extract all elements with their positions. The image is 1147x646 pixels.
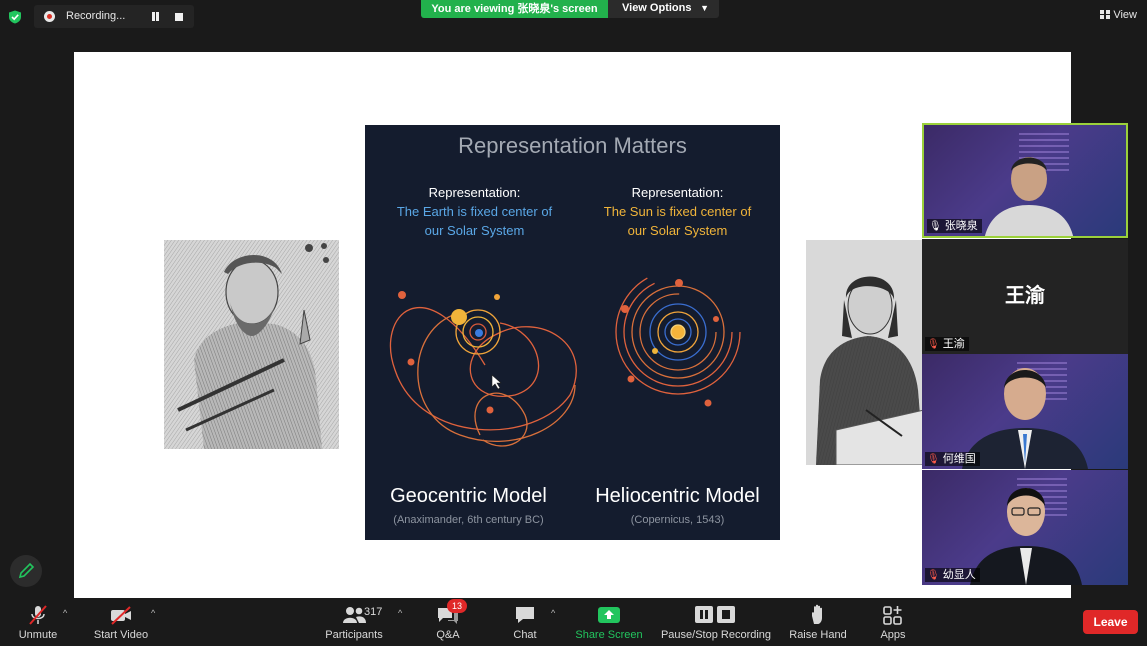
heliocentric-representation-text: Representation: The Sun is fixed center … — [574, 183, 781, 240]
participant-tile-1[interactable]: 🎙 张晓泉 — [922, 123, 1128, 238]
chat-label: Chat — [513, 629, 537, 641]
participant-tile-3[interactable]: 🎙 何维国 — [922, 354, 1128, 469]
qa-button[interactable]: 13 Q&A — [426, 598, 470, 646]
mouse-cursor-icon — [491, 374, 502, 390]
participant-video — [970, 488, 1082, 585]
view-label: View — [1113, 9, 1137, 21]
meeting-toolbar: Unmute ^ Start Video ^ 317 Participants … — [0, 598, 1147, 646]
view-options-label: View Options — [622, 2, 692, 14]
video-options-caret-icon[interactable]: ^ — [151, 608, 155, 618]
start-video-label: Start Video — [93, 629, 149, 641]
viewing-screen-banner: You are viewing 张晓泉's screen — [421, 0, 608, 18]
recording-dot-icon — [44, 11, 55, 22]
copernicus-engraving-image — [806, 240, 924, 465]
view-layout-button[interactable]: View — [1100, 9, 1137, 21]
annotate-pencil-button[interactable] — [10, 555, 42, 587]
geocentric-model-title: Geocentric Model — [390, 485, 547, 507]
participant-tile-2[interactable]: 王渝 🎙 王渝 — [922, 239, 1128, 354]
participant-name: 张晓泉 — [944, 220, 978, 232]
participants-button[interactable]: 317 Participants — [322, 598, 386, 646]
slide-title: Representation Matters — [458, 133, 687, 158]
orbit-diagrams — [390, 275, 741, 447]
recording-label: Recording... — [66, 10, 126, 22]
participant-tile-4[interactable]: 🎙 幼显人 — [922, 470, 1128, 585]
microphone-muted-icon: 🎙 — [927, 570, 940, 581]
microphone-muted-icon — [29, 605, 47, 625]
stop-recording-icon[interactable] — [175, 13, 183, 21]
heliocentric-model-title: Heliocentric Model — [595, 485, 760, 507]
unmute-label: Unmute — [18, 629, 58, 641]
recording-indicator: Recording... — [34, 5, 194, 28]
participants-options-caret-icon[interactable]: ^ — [398, 608, 402, 618]
participant-name-tag: 🎙 张晓泉 — [927, 219, 982, 233]
chat-button[interactable]: Chat — [505, 598, 545, 646]
heliocentric-head-line2: The Sun is fixed center of — [603, 204, 752, 219]
pencil-icon — [18, 562, 35, 579]
heliocentric-head-line1: Representation: — [631, 185, 724, 200]
presentation-slide: Representation Matters Representation: T… — [365, 125, 780, 540]
geocentric-head-line2: The Earth is fixed center of — [396, 204, 553, 219]
qa-label: Q&A — [436, 629, 460, 641]
start-video-button[interactable]: Start Video — [88, 598, 154, 646]
security-shield-icon[interactable] — [8, 10, 22, 24]
share-screen-button[interactable]: Share Screen — [575, 598, 643, 646]
unmute-button[interactable]: Unmute — [12, 598, 64, 646]
participant-video — [962, 368, 1088, 469]
apps-button[interactable]: Apps — [875, 598, 911, 646]
raise-hand-label: Raise Hand — [789, 629, 847, 641]
grid-view-icon — [1100, 10, 1111, 19]
heliocentric-orbit-diagram — [615, 275, 741, 407]
geocentric-head-line1: Representation: — [428, 185, 521, 200]
microphone-icon: 🎙 — [929, 221, 942, 232]
leave-button[interactable]: Leave — [1083, 610, 1138, 634]
geocentric-representation-text: Representation: The Earth is fixed cente… — [371, 183, 578, 240]
geocentric-model-caption: (Anaximander, 6th century BC) — [393, 514, 544, 526]
chevron-down-icon: ▼ — [700, 3, 709, 13]
participants-count: 317 — [364, 606, 383, 618]
video-off-icon — [111, 606, 131, 625]
participant-name-tag: 🎙 王渝 — [925, 337, 969, 351]
microphone-muted-icon: 🎙 — [927, 454, 940, 465]
pause-stop-recording-label: Pause/Stop Recording — [660, 629, 772, 641]
share-screen-icon — [598, 607, 620, 623]
share-screen-label: Share Screen — [575, 629, 643, 641]
raise-hand-icon — [812, 604, 822, 624]
participants-icon — [343, 607, 366, 623]
apps-icon — [883, 606, 902, 625]
chat-options-caret-icon[interactable]: ^ — [551, 608, 555, 618]
audio-options-caret-icon[interactable]: ^ — [63, 608, 67, 618]
microphone-muted-icon: 🎙 — [927, 339, 940, 350]
apps-label: Apps — [880, 629, 906, 641]
top-bar: Recording... You are viewing 张晓泉's scree… — [0, 0, 1147, 52]
participant-name-tag: 🎙 何维国 — [925, 452, 980, 466]
geocentric-orbit-diagram — [390, 291, 577, 447]
raise-hand-button[interactable]: Raise Hand — [788, 598, 848, 646]
pause-stop-recording-button[interactable]: Pause/Stop Recording — [660, 598, 772, 646]
chat-icon — [516, 607, 534, 623]
qa-count-badge: 13 — [447, 599, 467, 613]
participant-display-name: 王渝 — [1005, 285, 1045, 307]
heliocentric-head-line3: our Solar System — [627, 223, 728, 238]
zoom-meeting-window: Recording... You are viewing 张晓泉's scree… — [0, 0, 1147, 646]
participants-label: Participants — [325, 629, 383, 641]
participant-name: 幼显人 — [942, 569, 976, 581]
participant-name: 王渝 — [942, 338, 965, 350]
participant-name: 何维国 — [942, 453, 976, 465]
ptolemy-engraving-image — [164, 240, 339, 449]
pause-recording-icon[interactable] — [151, 12, 161, 22]
participant-name-tag: 🎙 幼显人 — [925, 568, 980, 582]
view-options-button[interactable]: View Options ▼ — [608, 0, 719, 18]
heliocentric-model-caption: (Copernicus, 1543) — [630, 514, 725, 526]
pause-stop-recording-icon — [695, 606, 735, 623]
participant-video — [985, 157, 1073, 236]
geocentric-head-line3: our Solar System — [424, 223, 525, 238]
